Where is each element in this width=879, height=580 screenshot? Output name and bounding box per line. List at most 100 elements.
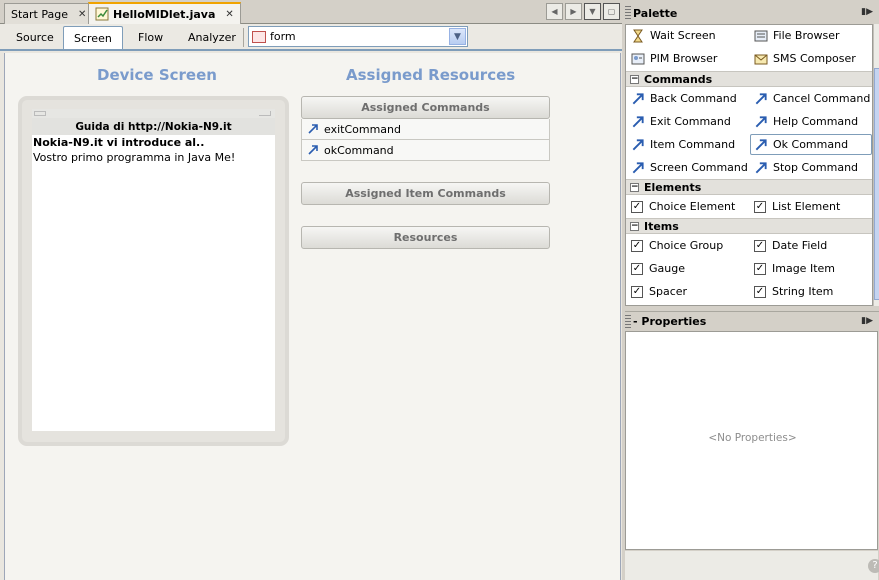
palette-item-choice-element[interactable]: ✓ Choice Element — [628, 196, 750, 217]
screen-select-value: form — [270, 30, 296, 43]
palette-item-label: Exit Command — [650, 115, 731, 128]
category-label: Elements — [644, 180, 702, 194]
tab-label: Start Page — [11, 7, 68, 21]
device-display[interactable]: Guida di http://Nokia-N9.it Nokia-N9.it … — [32, 109, 275, 431]
assigned-item-commands-panel: Assigned Item Commands — [301, 182, 550, 205]
collapse-icon[interactable]: − — [630, 74, 639, 84]
tab-list-icon[interactable]: ▼ — [584, 3, 601, 20]
palette-category-items[interactable]: − Items — [626, 218, 872, 234]
palette-item-label: Wait Screen — [650, 29, 716, 42]
palette-item-help-command[interactable]: Help Command — [751, 111, 872, 132]
resources-header[interactable]: Resources — [301, 226, 550, 249]
palette-item-file-browser[interactable]: File Browser — [751, 25, 872, 46]
maximize-icon[interactable]: ▢ — [603, 3, 620, 20]
screen-select[interactable]: form ▼ — [248, 26, 468, 47]
assigned-resources-heading: Assigned Resources — [346, 66, 516, 84]
palette-item-label: SMS Composer — [773, 52, 856, 65]
command-arrow-icon — [632, 161, 644, 173]
form-title[interactable]: Guida di http://Nokia-N9.it — [32, 118, 275, 135]
palette-item-exit-command[interactable]: Exit Command — [628, 111, 750, 132]
palette-item-label: Item Command — [650, 138, 736, 151]
palette-category-commands[interactable]: − Commands — [626, 71, 872, 87]
palette-item-label: PIM Browser — [650, 52, 718, 65]
assigned-commands-header[interactable]: Assigned Commands — [301, 96, 550, 119]
palette-item-image-item[interactable]: ✓ Image Item — [751, 258, 872, 279]
signal-icon — [259, 111, 271, 116]
palette-item-label: Choice Group — [649, 239, 724, 252]
palette-item-label: Help Command — [773, 115, 859, 128]
help-icon[interactable]: ? — [868, 559, 879, 573]
collapse-icon[interactable]: − — [630, 182, 639, 192]
close-icon[interactable]: ✕ — [225, 9, 233, 20]
palette-item-ok-command[interactable]: Ok Command — [750, 134, 872, 155]
drag-grip-icon[interactable] — [625, 314, 631, 329]
device-screen-heading: Device Screen — [97, 66, 217, 84]
command-arrow-icon — [755, 161, 767, 173]
form-string-item-text[interactable]: Vostro primo programma in Java Me! — [32, 149, 275, 164]
device-frame: Guida di http://Nokia-N9.it Nokia-N9.it … — [18, 96, 289, 446]
checkbox-icon: ✓ — [754, 239, 766, 252]
palette-item-back-command[interactable]: Back Command — [628, 88, 750, 109]
hourglass-icon — [633, 29, 643, 42]
category-label: Items — [644, 219, 679, 233]
view-flow-button[interactable]: Flow — [128, 26, 173, 49]
command-row[interactable]: exitCommand — [301, 119, 550, 140]
chevron-down-icon[interactable]: ▼ — [449, 28, 466, 45]
minimize-icon[interactable]: ▮▶ — [861, 316, 873, 326]
palette-item-label: Cancel Command — [773, 92, 871, 105]
checkbox-icon: ✓ — [754, 285, 766, 298]
resources-panel: Resources — [301, 226, 550, 249]
palette-scrollbar[interactable] — [873, 24, 879, 306]
editor-area: Start Page ✕ HelloMIDlet.java ✕ ◀ ▶ ▼ ▢ … — [0, 0, 622, 580]
no-properties-text: <No Properties> — [708, 432, 797, 444]
palette-item-wait-screen[interactable]: Wait Screen — [628, 25, 750, 46]
palette-item-pim-browser[interactable]: PIM Browser — [628, 48, 750, 69]
file-browser-icon — [754, 30, 768, 41]
toolbar-separator — [243, 28, 244, 47]
palette-category-elements[interactable]: − Elements — [626, 179, 872, 195]
checkbox-icon: ✓ — [754, 200, 766, 213]
palette-item-screen-command[interactable]: Screen Command — [628, 157, 750, 178]
palette-item-stop-command[interactable]: Stop Command — [751, 157, 872, 178]
command-label: okCommand — [324, 143, 394, 157]
palette-item-gauge[interactable]: ✓ Gauge — [628, 258, 750, 279]
form-string-item-label[interactable]: Nokia-N9.it vi introduce al.. — [32, 135, 275, 149]
palette-item-cancel-command[interactable]: Cancel Command — [751, 88, 872, 109]
tab-hellomidlet[interactable]: HelloMIDlet.java ✕ — [88, 2, 241, 24]
assigned-item-commands-header[interactable]: Assigned Item Commands — [301, 182, 550, 205]
palette-item-label: Back Command — [650, 92, 737, 105]
palette-item-label: Gauge — [649, 262, 685, 275]
palette-item-choice-group[interactable]: ✓ Choice Group — [628, 235, 750, 256]
checkbox-icon: ✓ — [631, 200, 643, 213]
palette-item-date-field[interactable]: ✓ Date Field — [751, 235, 872, 256]
palette-item-string-item[interactable]: ✓ String Item — [751, 281, 872, 302]
scroll-left-icon[interactable]: ◀ — [546, 3, 563, 20]
palette-item-item-command[interactable]: Item Command — [628, 134, 750, 155]
properties-footer: ? — [625, 551, 879, 580]
palette-item-label: Date Field — [772, 239, 828, 252]
design-canvas: Device Screen Assigned Resources Guida d… — [4, 53, 621, 580]
view-screen-button[interactable]: Screen — [63, 26, 123, 49]
scroll-right-icon[interactable]: ▶ — [565, 3, 582, 20]
palette-item-label: Stop Command — [773, 161, 859, 174]
form-icon — [252, 30, 266, 43]
view-analyzer-button[interactable]: Analyzer — [178, 26, 246, 49]
palette-item-spacer[interactable]: ✓ Spacer — [628, 281, 750, 302]
palette-item-sms-composer[interactable]: SMS Composer — [751, 48, 872, 69]
tab-start-page[interactable]: Start Page ✕ — [4, 3, 94, 24]
drag-grip-icon[interactable] — [625, 6, 631, 20]
scrollbar-thumb[interactable] — [874, 68, 879, 300]
command-row[interactable]: okCommand — [301, 140, 550, 161]
checkbox-icon: ✓ — [754, 262, 766, 275]
close-icon[interactable]: ✕ — [78, 9, 86, 20]
document-tab-bar: Start Page ✕ HelloMIDlet.java ✕ ◀ ▶ ▼ ▢ — [0, 0, 622, 24]
minimize-icon[interactable]: ▮▶ — [861, 7, 873, 17]
category-label: Commands — [644, 72, 713, 86]
palette-item-label: List Element — [772, 200, 841, 213]
palette-item-list-element[interactable]: ✓ List Element — [751, 196, 872, 217]
collapse-icon[interactable]: − — [630, 221, 639, 231]
command-arrow-icon — [755, 115, 767, 127]
properties-title: - Properties — [633, 315, 707, 328]
view-source-button[interactable]: Source — [6, 26, 64, 49]
java-file-icon — [95, 7, 109, 21]
